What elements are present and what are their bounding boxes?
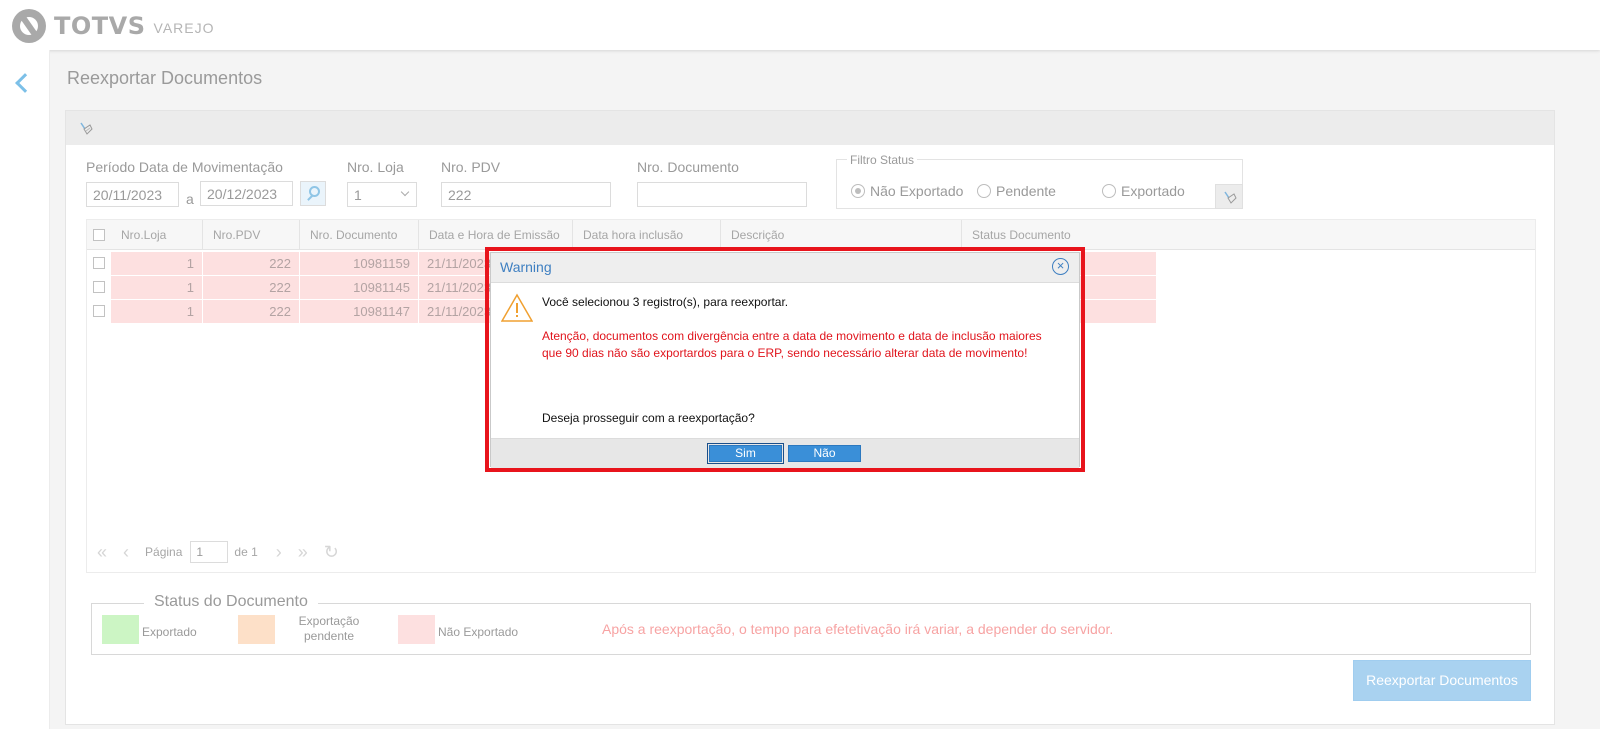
chevron-down-icon (400, 187, 410, 197)
left-rail (0, 50, 50, 729)
grid-header: Nro.Loja Nro.PDV Nro. Documento Data e H… (87, 220, 1535, 250)
dialog-message: Você selecionou 3 registro(s), para reex… (542, 295, 789, 309)
radio-dot (977, 184, 991, 198)
store-select[interactable]: 1 (347, 182, 417, 207)
dialog-question: Deseja prosseguir com a reexportação? (542, 411, 755, 425)
radio-dot (1102, 184, 1116, 198)
warning-dialog: Warning × Você selecionou 3 registro(s),… (490, 252, 1080, 468)
store-select-value: 1 (354, 187, 362, 203)
legend-title: Status do Documento (144, 593, 318, 611)
refresh-icon[interactable]: ↻ (324, 542, 339, 563)
period-label: Período Data de Movimentação (86, 159, 283, 175)
swatch-nao-exportado (398, 615, 435, 644)
dialog-footer: Sim Não (491, 438, 1079, 468)
column-header[interactable]: Descrição (721, 220, 962, 250)
cell-doc: 10981145 (300, 276, 419, 299)
status-legend-box: Status do Documento Exportado Exportação… (91, 593, 1531, 655)
dialog-header: Warning × (491, 253, 1079, 283)
prev-page-icon[interactable]: ‹ (123, 542, 129, 563)
product-name: VAREJO (153, 20, 215, 36)
first-page-icon[interactable]: « (97, 542, 107, 563)
cell-loja: 1 (111, 300, 203, 323)
doc-input[interactable] (637, 182, 807, 207)
store-label: Nro. Loja (347, 159, 404, 175)
dialog-warning: Atenção, documentos com divergência entr… (542, 329, 1042, 360)
cell-pdv: 222 (203, 300, 300, 323)
radio-label: Pendente (996, 183, 1056, 199)
pdv-label: Nro. PDV (441, 159, 501, 175)
next-page-icon[interactable]: › (276, 542, 282, 563)
column-header[interactable]: Status Documento (962, 220, 1157, 250)
brand-name: TOTVS (54, 12, 146, 40)
doc-label: Nro. Documento (637, 159, 739, 175)
radio-nao-exportado[interactable]: Não Exportado (851, 183, 963, 199)
radio-dot (851, 184, 865, 198)
search-button[interactable] (300, 181, 326, 206)
yes-button[interactable]: Sim (707, 443, 784, 464)
status-filter-legend: Filtro Status (847, 153, 918, 167)
radio-label: Não Exportado (870, 183, 964, 199)
dialog-title: Warning (500, 259, 552, 275)
row-checkbox[interactable] (93, 281, 105, 293)
legend-label-exportado: Exportado (142, 625, 197, 639)
cell-doc: 10981159 (300, 252, 419, 275)
broom-icon (1224, 191, 1237, 204)
page-label: Página (145, 545, 183, 559)
date-to-input[interactable]: 20/12/2023 (200, 181, 293, 206)
date-from-input[interactable]: 20/11/2023 (86, 182, 179, 207)
select-all-checkbox[interactable] (93, 229, 105, 241)
cell-pdv: 222 (203, 252, 300, 275)
totvs-logo: TOTVS VAREJO (12, 9, 215, 43)
close-icon[interactable]: × (1052, 258, 1069, 275)
column-header[interactable]: Data e Hora de Emissão (419, 220, 573, 250)
radio-exportado[interactable]: Exportado (1102, 183, 1185, 199)
legend-note: Após a reexportação, o tempo para efetet… (602, 621, 1114, 637)
pager: « ‹ Página 1 de 1 › » ↻ (97, 540, 355, 564)
radio-pendente[interactable]: Pendente (977, 183, 1056, 199)
swatch-pendente (238, 615, 275, 644)
warning-icon (501, 293, 533, 322)
panel-toolbar (66, 111, 1554, 145)
cell-doc: 10981147 (300, 300, 419, 323)
broom-icon[interactable] (78, 120, 94, 136)
swatch-exportado (102, 615, 139, 644)
pdv-input[interactable]: 222 (441, 182, 611, 207)
page-total: de 1 (234, 545, 258, 559)
last-page-icon[interactable]: » (298, 542, 308, 563)
status-filter: Filtro Status Não Exportado Pendente Exp… (836, 153, 1243, 209)
clear-filters-button[interactable] (1215, 184, 1243, 209)
reexport-button[interactable]: Reexportar Documentos (1353, 660, 1531, 701)
legend-label-nao-exportado: Não Exportado (438, 625, 519, 639)
row-checkbox[interactable] (93, 305, 105, 317)
column-header[interactable]: Nro. Documento (300, 220, 419, 250)
column-header[interactable]: Nro.PDV (203, 220, 300, 250)
cell-pdv: 222 (203, 276, 300, 299)
legend-label-pendente: Exportação pendente (298, 614, 360, 643)
date-separator: a (186, 191, 194, 207)
column-header[interactable]: Data hora inclusão (573, 220, 721, 250)
back-chevron-icon[interactable] (15, 73, 35, 93)
page-title: Reexportar Documentos (67, 68, 263, 88)
row-checkbox[interactable] (93, 257, 105, 269)
cell-loja: 1 (111, 252, 203, 275)
top-bar: TOTVS VAREJO (0, 0, 1600, 50)
cell-loja: 1 (111, 276, 203, 299)
no-button[interactable]: Não (788, 445, 861, 462)
column-header[interactable]: Nro.Loja (111, 220, 203, 250)
page-input[interactable]: 1 (190, 541, 229, 563)
radio-label: Exportado (1121, 183, 1185, 199)
totvs-logo-icon (12, 9, 46, 43)
